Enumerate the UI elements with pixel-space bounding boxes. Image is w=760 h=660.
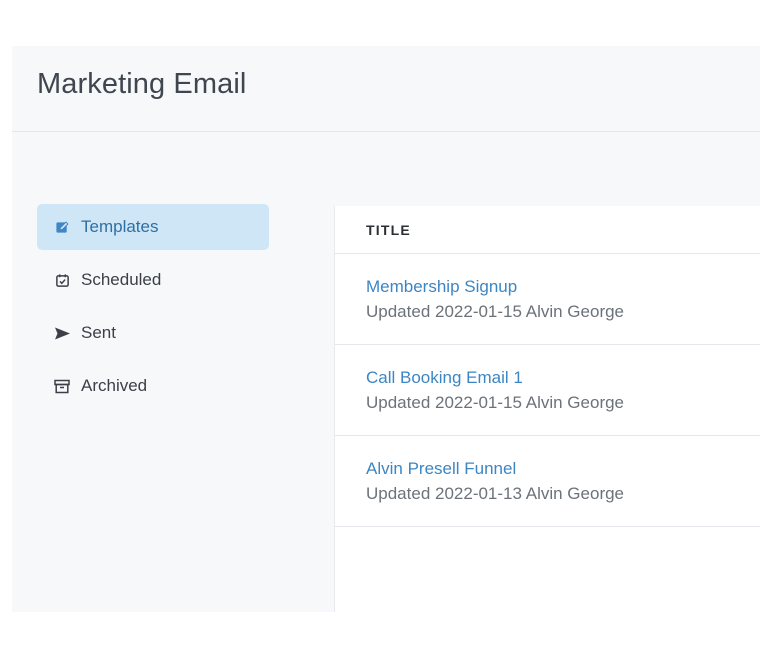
template-title-link[interactable]: Call Booking Email 1 <box>366 367 523 389</box>
page-header: Marketing Email <box>12 46 760 132</box>
column-header-title: TITLE <box>335 206 760 254</box>
edit-square-icon <box>53 218 71 236</box>
sidebar-nav: Templates Scheduled Sent Archived <box>37 204 269 416</box>
template-updated-meta: Updated 2022-01-15 Alvin George <box>366 302 625 321</box>
sidebar-item-label: Sent <box>81 323 116 342</box>
table-row: Alvin Presell Funnel Updated 2022-01-13 … <box>335 436 760 527</box>
send-icon <box>53 324 71 342</box>
app-window: Marketing Email Templates Scheduled Sent… <box>12 46 760 612</box>
template-title-link[interactable]: Membership Signup <box>366 276 517 298</box>
sidebar-item-label: Archived <box>81 376 148 395</box>
sidebar-item-label: Scheduled <box>81 270 162 289</box>
templates-table: TITLE Membership Signup Updated 2022-01-… <box>334 206 760 612</box>
template-title-link[interactable]: Alvin Presell Funnel <box>366 458 516 480</box>
calendar-check-icon <box>53 271 71 289</box>
table-row: Call Booking Email 1 Updated 2022-01-15 … <box>335 345 760 436</box>
sidebar-item-templates[interactable]: Templates <box>37 204 269 250</box>
sidebar-item-label: Templates <box>81 217 159 236</box>
template-updated-meta: Updated 2022-01-15 Alvin George <box>366 393 625 412</box>
sidebar-item-scheduled[interactable]: Scheduled <box>37 257 269 303</box>
archive-box-icon <box>53 377 71 395</box>
template-updated-meta: Updated 2022-01-13 Alvin George <box>366 484 625 503</box>
table-row: Membership Signup Updated 2022-01-15 Alv… <box>335 254 760 345</box>
page-title: Marketing Email <box>37 68 247 100</box>
sidebar-item-sent[interactable]: Sent <box>37 310 269 356</box>
sidebar-item-archived[interactable]: Archived <box>37 363 269 409</box>
